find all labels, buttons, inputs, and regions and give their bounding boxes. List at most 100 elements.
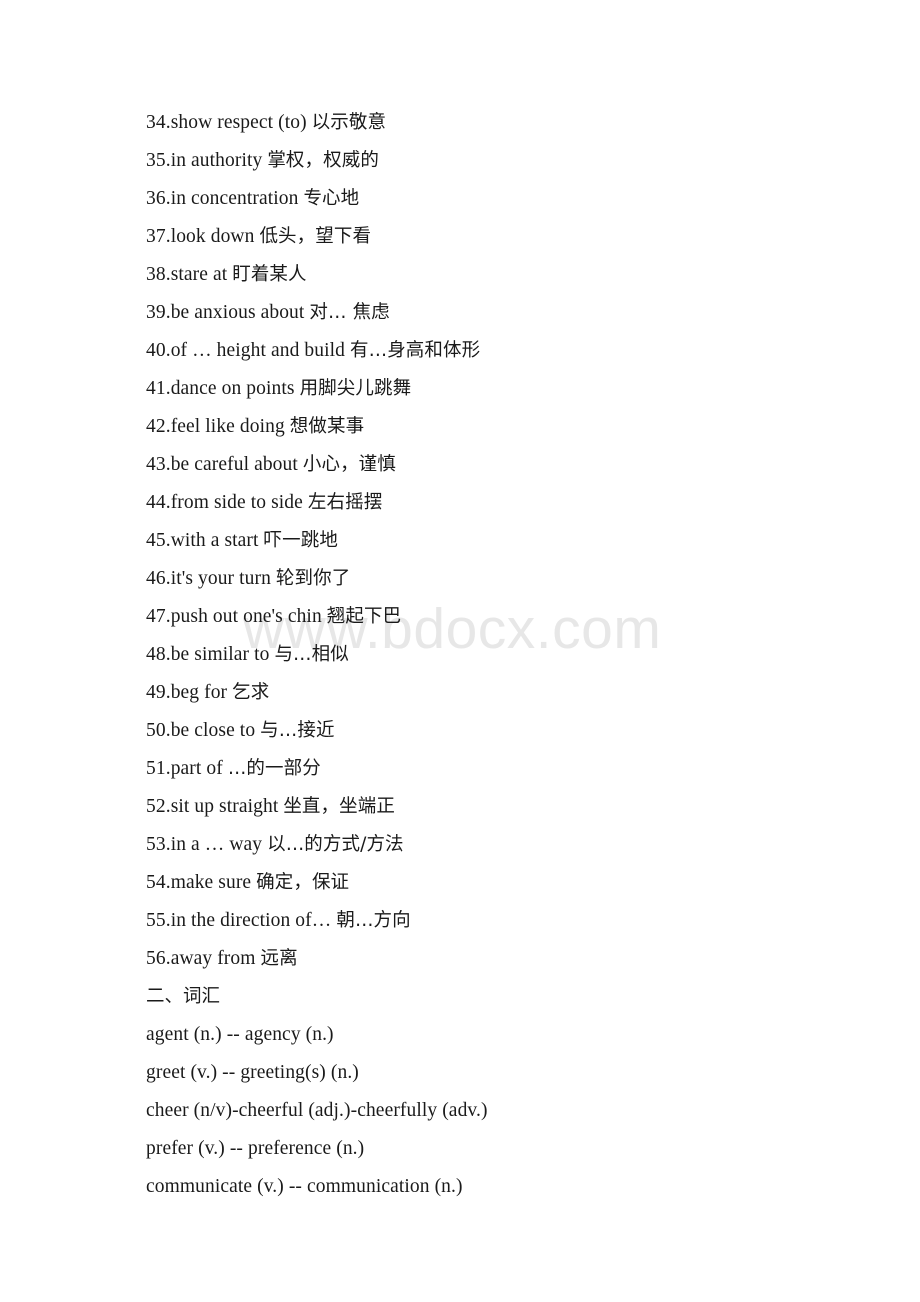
list-item: 42.feel like doing 想做某事 bbox=[146, 408, 920, 446]
item-number: 51. bbox=[146, 758, 171, 779]
item-english: be close to bbox=[170, 720, 261, 741]
list-item: greet (v.) -- greeting(s) (n.) bbox=[146, 1062, 359, 1083]
list-item: 51.part of …的一部分 bbox=[146, 750, 920, 788]
item-chinese: 远离 bbox=[260, 948, 298, 969]
item-english: look down bbox=[170, 226, 260, 247]
item-english: in the direction of… bbox=[170, 910, 337, 931]
item-number: 45. bbox=[146, 530, 171, 551]
item-english: in a … way bbox=[170, 834, 268, 855]
item-english: dance on points bbox=[170, 378, 300, 399]
item-chinese: 有…身高和体形 bbox=[350, 340, 481, 361]
item-chinese: 以…的方式/方法 bbox=[267, 834, 404, 855]
item-number: 53. bbox=[146, 834, 171, 855]
item-english: with a start bbox=[170, 530, 264, 551]
item-english: beg for bbox=[170, 682, 233, 703]
item-chinese: 对… 焦虑 bbox=[309, 302, 390, 323]
item-english: sit up straight bbox=[170, 796, 284, 817]
vocabulary-list: agent (n.) -- agency (n.) greet (v.) -- … bbox=[146, 1016, 920, 1206]
list-item: 53.in a … way 以…的方式/方法 bbox=[146, 826, 920, 864]
item-chinese: 轮到你了 bbox=[275, 568, 351, 589]
item-chinese: 左右摇摆 bbox=[307, 492, 383, 513]
list-item: cheer (n/v)-cheerful (adj.)-cheerfully (… bbox=[146, 1100, 488, 1121]
list-item: 44.from side to side 左右摇摆 bbox=[146, 484, 920, 522]
item-english: be similar to bbox=[170, 644, 275, 665]
list-item: 52.sit up straight 坐直，坐端正 bbox=[146, 788, 920, 826]
item-english: in concentration bbox=[170, 188, 304, 209]
item-chinese: 乞求 bbox=[232, 682, 270, 703]
item-number: 42. bbox=[146, 416, 171, 437]
item-number: 49. bbox=[146, 682, 171, 703]
phrase-list: 34.show respect (to) 以示敬意 35.in authorit… bbox=[146, 104, 920, 978]
item-chinese: 吓一跳地 bbox=[263, 530, 338, 551]
item-english: feel like doing bbox=[170, 416, 290, 437]
list-item: 56.away from 远离 bbox=[146, 940, 920, 978]
item-english: make sure bbox=[170, 872, 257, 893]
item-number: 55. bbox=[146, 910, 171, 931]
item-english: it's your turn bbox=[170, 568, 276, 589]
list-item: 47.push out one's chin 翘起下巴 bbox=[146, 598, 920, 636]
item-number: 39. bbox=[146, 302, 171, 323]
list-item: 38.stare at 盯着某人 bbox=[146, 256, 920, 294]
item-number: 37. bbox=[146, 226, 171, 247]
list-item: 39.be anxious about 对… 焦虑 bbox=[146, 294, 920, 332]
item-chinese: 与…相似 bbox=[274, 644, 349, 665]
item-number: 41. bbox=[146, 378, 171, 399]
item-english: away from bbox=[170, 948, 261, 969]
item-english: be anxious about bbox=[170, 302, 310, 323]
list-item: agent (n.) -- agency (n.) bbox=[146, 1024, 334, 1045]
list-item: 36.in concentration 专心地 bbox=[146, 180, 920, 218]
item-number: 36. bbox=[146, 188, 171, 209]
list-item: 54.make sure 确定，保证 bbox=[146, 864, 920, 902]
item-chinese: 用脚尖儿跳舞 bbox=[299, 378, 412, 399]
item-chinese: 盯着某人 bbox=[232, 264, 307, 285]
item-chinese: 低头，望下看 bbox=[259, 226, 372, 247]
item-number: 34. bbox=[146, 112, 171, 133]
item-chinese: 专心地 bbox=[303, 188, 360, 209]
item-number: 48. bbox=[146, 644, 171, 665]
item-english: of … height and build bbox=[170, 340, 350, 361]
item-english: from side to side bbox=[170, 492, 308, 513]
list-item: 50.be close to 与…接近 bbox=[146, 712, 920, 750]
list-item: 34.show respect (to) 以示敬意 bbox=[146, 104, 920, 142]
list-item: 41.dance on points 用脚尖儿跳舞 bbox=[146, 370, 920, 408]
item-number: 47. bbox=[146, 606, 171, 627]
item-english: push out one's chin bbox=[170, 606, 327, 627]
item-number: 40. bbox=[146, 340, 171, 361]
list-item: 37.look down 低头，望下看 bbox=[146, 218, 920, 256]
list-item: 46.it's your turn 轮到你了 bbox=[146, 560, 920, 598]
list-item: 43.be careful about 小心，谨慎 bbox=[146, 446, 920, 484]
item-number: 38. bbox=[146, 264, 171, 285]
item-number: 56. bbox=[146, 948, 171, 969]
item-chinese: 小心，谨慎 bbox=[302, 454, 396, 475]
item-chinese: 与…接近 bbox=[260, 720, 335, 741]
section-heading-vocabulary: 二、词汇 bbox=[146, 986, 221, 1007]
list-item: communicate (v.) -- communication (n.) bbox=[146, 1176, 463, 1197]
item-english: show respect (to) bbox=[170, 112, 312, 133]
list-item: prefer (v.) -- preference (n.) bbox=[146, 1138, 365, 1159]
item-number: 50. bbox=[146, 720, 171, 741]
item-english: be careful about bbox=[170, 454, 303, 475]
item-english: stare at bbox=[170, 264, 233, 285]
list-item: 48.be similar to 与…相似 bbox=[146, 636, 920, 674]
item-chinese: 想做某事 bbox=[289, 416, 365, 437]
list-item: 55.in the direction of… 朝…方向 bbox=[146, 902, 920, 940]
item-chinese: …的一部分 bbox=[227, 758, 321, 779]
item-english: part of bbox=[170, 758, 228, 779]
item-chinese: 朝…方向 bbox=[336, 910, 411, 931]
item-chinese: 以示敬意 bbox=[311, 112, 387, 133]
item-english: in authority bbox=[170, 150, 268, 171]
item-chinese: 坐直，坐端正 bbox=[283, 796, 395, 817]
item-number: 54. bbox=[146, 872, 171, 893]
document-content: 34.show respect (to) 以示敬意 35.in authorit… bbox=[0, 0, 920, 1206]
item-number: 52. bbox=[146, 796, 171, 817]
item-number: 46. bbox=[146, 568, 171, 589]
list-item: 35.in authority 掌权，权威的 bbox=[146, 142, 920, 180]
item-chinese: 确定，保证 bbox=[256, 872, 350, 893]
item-number: 35. bbox=[146, 150, 171, 171]
item-number: 43. bbox=[146, 454, 171, 475]
list-item: 49.beg for 乞求 bbox=[146, 674, 920, 712]
list-item: 40.of … height and build 有…身高和体形 bbox=[146, 332, 920, 370]
item-chinese: 掌权，权威的 bbox=[267, 150, 379, 171]
list-item: 45.with a start 吓一跳地 bbox=[146, 522, 920, 560]
item-number: 44. bbox=[146, 492, 171, 513]
